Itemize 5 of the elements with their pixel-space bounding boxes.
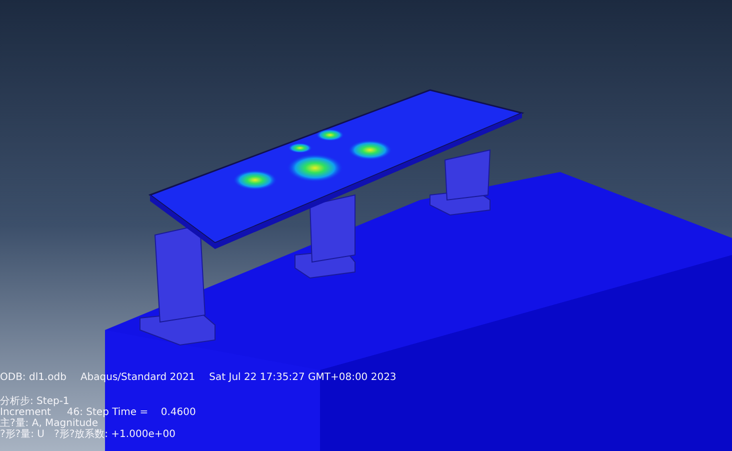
info-text: ODB: dl1.odb xyxy=(0,372,66,383)
info-text: Sat Jul 22 17:35:27 GMT+08:00 2023 xyxy=(209,372,396,383)
info-text: ?形?量: U ?形?放系数: +1.000e+00 xyxy=(0,429,176,440)
info-text: 分析步: Step-1 xyxy=(0,396,70,407)
info-text: 主?量: A, Magnitude xyxy=(0,418,98,429)
